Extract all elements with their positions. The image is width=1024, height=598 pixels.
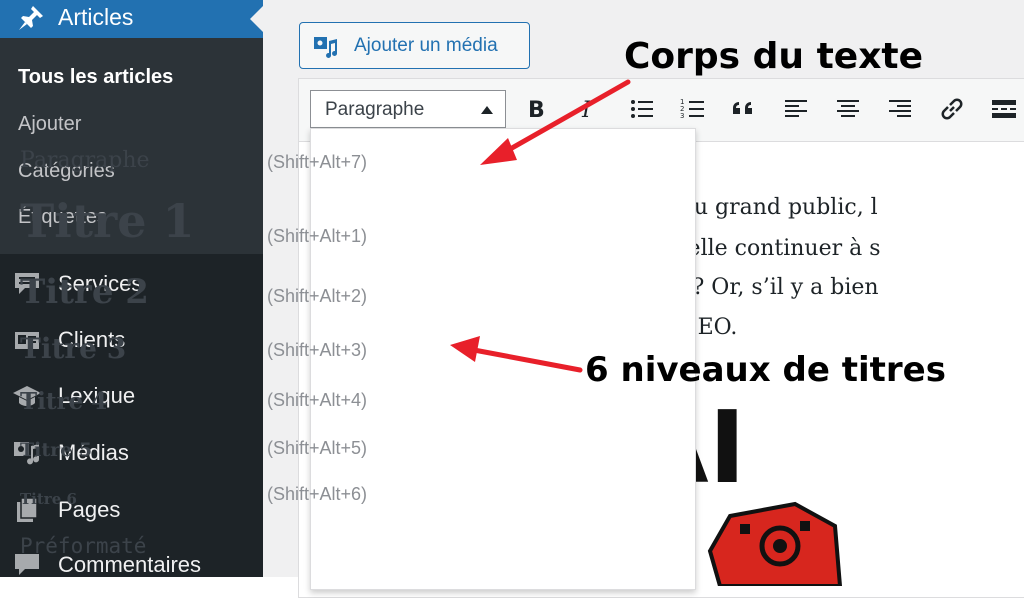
bold-icon: B xyxy=(528,98,545,123)
svg-text:B: B xyxy=(528,98,545,123)
add-media-button[interactable]: Ajouter un média xyxy=(299,22,530,69)
format-option-titre-3[interactable]: Titre 3 (Shift+Alt+3) xyxy=(0,326,384,376)
option-shortcut: (Shift+Alt+5) xyxy=(266,438,367,458)
annotation-headings: 6 niveaux de titres xyxy=(585,350,946,390)
option-label: Titre 5 xyxy=(20,439,93,461)
svg-text:I: I xyxy=(581,98,592,123)
italic-button[interactable]: I xyxy=(575,94,605,124)
format-option-titre-4[interactable]: Titre 4 (Shift+Alt+4) xyxy=(0,382,384,428)
menu-item-articles[interactable]: Articles xyxy=(0,0,263,38)
align-right-button[interactable] xyxy=(885,94,915,124)
add-media-label: Ajouter un média xyxy=(354,35,498,56)
svg-text:3: 3 xyxy=(680,112,684,120)
menu-item-articles-label: Articles xyxy=(58,4,134,30)
align-right-icon xyxy=(889,100,911,117)
format-option-titre-5[interactable]: Titre 5 (Shift+Alt+5) xyxy=(0,432,384,476)
blockquote-button[interactable] xyxy=(729,94,759,124)
option-label: Titre 4 xyxy=(20,388,108,415)
annotation-body-text: Corps du texte xyxy=(624,36,924,77)
option-label: Titre 1 xyxy=(20,194,195,248)
format-select-value: Paragraphe xyxy=(325,99,425,120)
bullet-list-icon xyxy=(631,100,653,118)
link-button[interactable] xyxy=(937,94,967,124)
option-shortcut: (Shift+Alt+1) xyxy=(266,226,367,246)
align-center-button[interactable] xyxy=(833,94,863,124)
format-option-titre-2[interactable]: Titre 2 (Shift+Alt+2) xyxy=(0,266,384,322)
format-option-preformate[interactable]: Préformaté xyxy=(0,528,384,572)
option-shortcut: (Shift+Alt+6) xyxy=(266,484,367,504)
align-left-icon xyxy=(785,100,807,117)
media-icon xyxy=(314,37,338,58)
option-label: Préformaté xyxy=(20,534,147,558)
blockquote-icon xyxy=(733,102,752,114)
format-select[interactable]: Paragraphe xyxy=(310,90,506,128)
link-icon xyxy=(941,98,963,120)
option-shortcut: (Shift+Alt+3) xyxy=(266,340,367,360)
bullet-list-button[interactable] xyxy=(627,94,657,124)
option-shortcut: (Shift+Alt+7) xyxy=(266,152,367,172)
option-shortcut: (Shift+Alt+4) xyxy=(266,390,367,410)
read-more-button[interactable] xyxy=(989,94,1019,124)
option-label: Paragraphe xyxy=(20,148,150,173)
bold-button[interactable]: B xyxy=(523,94,553,124)
option-label: Titre 6 xyxy=(20,490,77,508)
format-option-titre-1[interactable]: Titre 1 (Shift+Alt+1) xyxy=(0,190,384,258)
option-label: Titre 3 xyxy=(20,332,127,365)
align-left-button[interactable] xyxy=(781,94,811,124)
numbered-list-icon: 1 2 3 xyxy=(680,98,704,120)
read-more-icon xyxy=(992,100,1016,118)
format-option-paragraphe[interactable]: Paragraphe (Shift+Alt+7) xyxy=(0,136,384,184)
option-shortcut: (Shift+Alt+2) xyxy=(266,286,367,306)
caret-up-icon xyxy=(481,106,493,114)
numbered-list-button[interactable]: 1 2 3 xyxy=(678,94,708,124)
format-option-titre-6[interactable]: Titre 6 (Shift+Alt+6) xyxy=(0,480,384,524)
submenu-add[interactable]: Ajouter xyxy=(18,113,81,136)
robot-icon xyxy=(707,501,843,586)
align-center-icon xyxy=(837,100,859,117)
submenu-all-articles[interactable]: Tous les articles xyxy=(18,66,173,89)
option-label: Titre 2 xyxy=(20,272,149,312)
pin-icon xyxy=(19,6,43,30)
italic-icon: I xyxy=(581,98,592,123)
